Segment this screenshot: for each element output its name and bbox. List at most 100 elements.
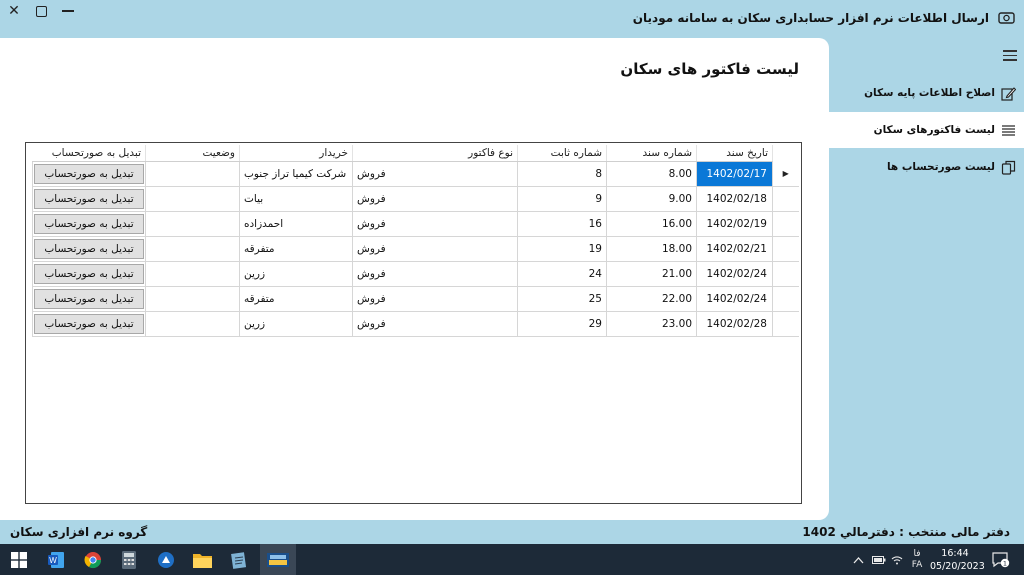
convert-to-bill-button[interactable]: تبدیل به صورتحساب [34,263,144,284]
convert-to-bill-button[interactable]: تبدیل به صورتحساب [34,188,144,209]
page-title: لیست فاکتور های سکان [620,60,799,78]
column-header-status[interactable]: وضعیت [145,145,240,162]
convert-cell: تبدیل به صورتحساب [32,185,146,212]
language-indicator[interactable]: فا FA [909,544,925,575]
fixed-no-cell[interactable]: 9 [517,185,607,212]
table-row[interactable]: تبدیل به صورتحساب متفرقه فروش 25 22.00 1402/0… [32,285,799,312]
windows-start-icon[interactable] [8,549,30,571]
column-header-doc-no[interactable]: شماره سند [606,145,697,162]
taskbar-clock[interactable]: 16:44 05/20/2023 [930,547,985,573]
buyer-cell[interactable]: بیات [239,185,353,212]
date-cell[interactable]: 1402/02/17 [696,160,773,187]
row-indicator[interactable] [772,211,799,237]
invoice-type-cell[interactable]: فروش [352,310,518,337]
column-header-convert[interactable]: تبدیل به صورتحساب [32,145,146,162]
fixed-no-cell[interactable]: 29 [517,310,607,337]
hamburger-menu-icon[interactable] [1003,50,1017,64]
table-row[interactable]: تبدیل به صورتحساب شرکت کیمیا تراز جنوب فرو… [32,160,799,187]
invoice-type-cell[interactable]: فروش [352,285,518,312]
status-cell[interactable] [145,285,240,312]
sidebar-item-sakan-invoices[interactable]: لیست فاکتورهای سکان [829,112,1024,148]
buyer-cell[interactable]: احمدزاده [239,210,353,237]
convert-to-bill-button[interactable]: تبدیل به صورتحساب [34,213,144,234]
maximize-icon[interactable] [33,3,49,19]
doc-no-cell[interactable]: 22.00 [606,285,697,312]
convert-to-bill-button[interactable]: تبدیل به صورتحساب [34,163,144,184]
doc-no-cell[interactable]: 16.00 [606,210,697,237]
file-explorer-icon[interactable] [191,549,213,571]
fixed-no-cell[interactable]: 24 [517,260,607,287]
notepad-icon[interactable] [228,549,250,571]
convert-to-bill-button[interactable]: تبدیل به صورتحساب [34,313,144,334]
doc-no-cell[interactable]: 9.00 [606,185,697,212]
doc-no-cell[interactable]: 21.00 [606,260,697,287]
table-row[interactable]: تبدیل به صورتحساب متفرقه فروش 19 18.00 1402/0… [32,235,799,262]
taskbar: W فا FA 16:44 05/20/2023 1 [0,544,1024,575]
convert-to-bill-button[interactable]: تبدیل به صورتحساب [34,238,144,259]
invoice-type-cell[interactable]: فروش [352,160,518,187]
date-cell[interactable]: 1402/02/28 [696,310,773,337]
invoice-type-cell[interactable]: فروش [352,210,518,237]
date-cell[interactable]: 1402/02/24 [696,260,773,287]
word-icon[interactable]: W [45,549,67,571]
invoice-type-cell[interactable]: فروش [352,260,518,287]
row-indicator[interactable] [772,311,799,337]
status-cell[interactable] [145,260,240,287]
sidebar-item-edit-base-info[interactable]: اصلاح اطلاعات پایه سکان [829,75,1024,111]
column-header-fixed-no[interactable]: شماره ثابت [517,145,607,162]
date-cell[interactable]: 1402/02/21 [696,235,773,262]
date-cell[interactable]: 1402/02/24 [696,285,773,312]
clock-time: 16:44 [941,548,969,559]
status-cell[interactable] [145,160,240,187]
buyer-cell[interactable]: شرکت کیمیا تراز جنوب [239,160,353,187]
sakan-app-icon[interactable] [267,549,289,571]
tray-chevron-up-icon[interactable] [853,544,864,575]
battery-icon[interactable] [872,544,886,575]
convert-to-bill-button[interactable]: تبدیل به صورتحساب [34,288,144,309]
status-cell[interactable] [145,310,240,337]
row-indicator[interactable] [772,261,799,287]
buyer-cell[interactable]: متفرقه [239,285,353,312]
close-icon[interactable]: ✕ [6,3,22,19]
row-indicator[interactable] [772,186,799,212]
sidebar-item-bills[interactable]: لیست صورتحساب ها [829,149,1024,185]
app-icon[interactable] [155,549,177,571]
doc-no-cell[interactable]: 23.00 [606,310,697,337]
column-header-buyer[interactable]: خریدار [239,145,353,162]
row-indicator[interactable]: ▶ [772,161,799,187]
date-cell[interactable]: 1402/02/18 [696,185,773,212]
table-row[interactable]: تبدیل به صورتحساب زرین فروش 24 21.00 1402/02/… [32,260,799,287]
buyer-cell[interactable]: متفرقه [239,235,353,262]
notification-icon[interactable]: 1 [992,544,1010,575]
invoice-type-cell[interactable]: فروش [352,235,518,262]
company-name: گروه نرم افزاری سکان [10,525,148,539]
calculator-icon[interactable] [118,549,140,571]
status-cell[interactable] [145,185,240,212]
invoice-type-cell[interactable]: فروش [352,185,518,212]
date-cell[interactable]: 1402/02/19 [696,210,773,237]
chrome-icon[interactable] [82,549,104,571]
column-header-date[interactable]: تاریخ سند [696,145,773,162]
invoice-grid[interactable]: تبدیل به صورتحساب وضعیت خریدار نوع فاکتو… [25,142,802,504]
fixed-no-cell[interactable]: 19 [517,235,607,262]
fixed-no-cell[interactable]: 8 [517,160,607,187]
table-row[interactable]: تبدیل به صورتحساب احمدزاده فروش 16 16.00 1402… [32,210,799,237]
column-header-invoice-type[interactable]: نوع فاکتور [352,145,518,162]
table-row[interactable]: تبدیل به صورتحساب زرین فروش 29 23.00 1402/02/… [32,310,799,337]
buyer-cell[interactable]: زرین [239,260,353,287]
table-row[interactable]: تبدیل به صورتحساب بیات فروش 9 9.00 1402/02/18 [32,185,799,212]
wifi-icon[interactable] [891,544,903,575]
buyer-cell[interactable]: زرین [239,310,353,337]
fixed-no-cell[interactable]: 16 [517,210,607,237]
status-cell[interactable] [145,235,240,262]
doc-no-cell[interactable]: 8.00 [606,160,697,187]
row-indicator[interactable] [772,236,799,262]
title-bar: ✕ ارسال اطلاعات نرم افزار حسابداری سکان … [0,0,1024,38]
minimize-icon[interactable] [60,3,76,19]
doc-no-cell[interactable]: 18.00 [606,235,697,262]
row-indicator[interactable] [772,286,799,312]
status-cell[interactable] [145,210,240,237]
language-fa-code: FA [911,559,923,570]
sidebar-item-label: لیست فاکتورهای سکان [873,124,995,136]
fixed-no-cell[interactable]: 25 [517,285,607,312]
